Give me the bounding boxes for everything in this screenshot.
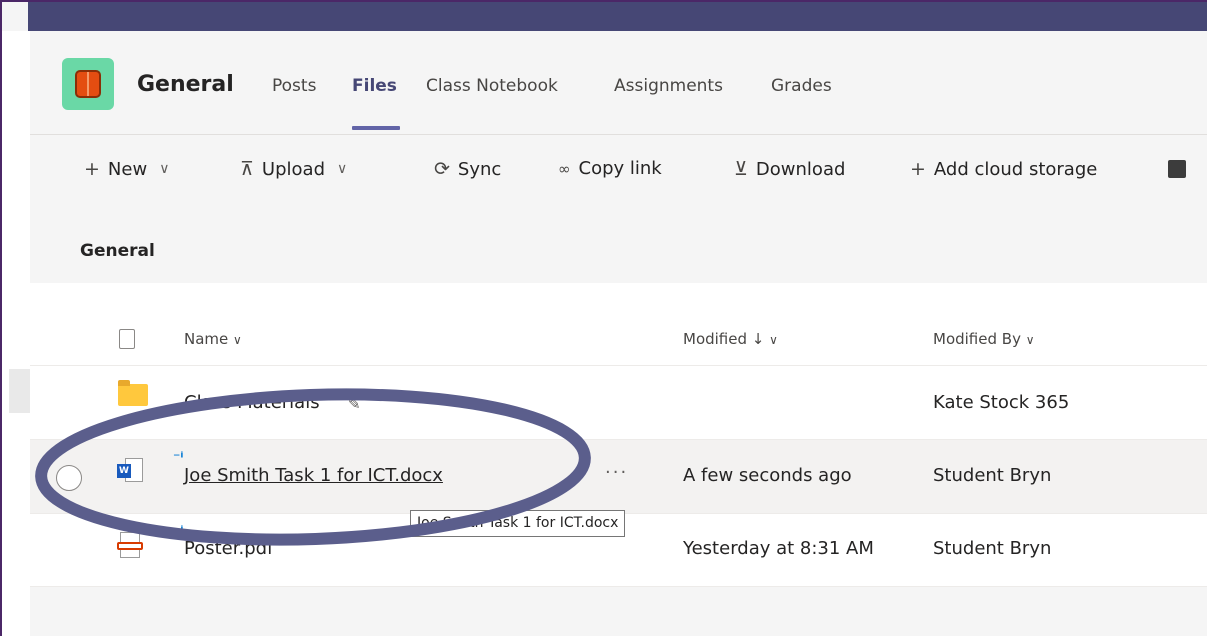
- plus-icon: +: [84, 158, 100, 180]
- plus-icon: +: [910, 158, 926, 180]
- new-label: New: [107, 158, 148, 180]
- file-name[interactable]: Class Materials: [184, 392, 320, 413]
- column-modified[interactable]: Modified ↓ ∨: [683, 330, 778, 348]
- file-type-icon: [119, 329, 135, 349]
- modified-by: Student Bryn: [933, 538, 1052, 559]
- word-file-icon: W: [117, 458, 145, 486]
- copy-link-label: Copy link: [578, 158, 662, 179]
- column-modified-by[interactable]: Modified By ∨: [933, 330, 1035, 348]
- modified-by: Kate Stock 365: [933, 392, 1070, 413]
- column-name[interactable]: Name ∨: [184, 330, 242, 348]
- tab-class-notebook[interactable]: Class Notebook: [426, 76, 558, 96]
- download-icon: ⊻: [734, 158, 748, 180]
- modified-date: A few seconds ago: [683, 465, 852, 486]
- add-cloud-storage-button[interactable]: + Add cloud storage: [910, 158, 1097, 180]
- file-name[interactable]: Poster.pdf: [184, 538, 273, 559]
- row-select-radio[interactable]: [56, 465, 82, 491]
- left-panel-tab: [9, 369, 30, 413]
- new-file-icon: ⁻ⁱ: [173, 450, 184, 466]
- active-tab-indicator: [352, 126, 400, 130]
- row-divider: [30, 586, 1207, 587]
- file-name-tooltip: Joe Smith Task 1 for ICT.docx: [410, 510, 626, 537]
- new-file-icon: ⁻ⁱ: [173, 524, 184, 540]
- link-icon: ∞: [558, 159, 571, 178]
- column-name-label: Name: [184, 330, 229, 348]
- team-logo-icon: [75, 70, 101, 98]
- tab-grades[interactable]: Grades: [771, 76, 832, 96]
- sort-down-icon: ↓: [751, 330, 765, 348]
- sync-label: Sync: [457, 158, 502, 180]
- file-name[interactable]: Joe Smith Task 1 for ICT.docx: [184, 465, 443, 486]
- column-modified-label: Modified: [683, 330, 748, 348]
- copy-link-button[interactable]: ∞ Copy link: [558, 158, 662, 179]
- add-cloud-storage-label: Add cloud storage: [933, 158, 1098, 180]
- team-avatar[interactable]: [62, 58, 114, 110]
- modified-date: Yesterday at 8:31 AM: [683, 538, 874, 559]
- chevron-down-icon: ∨: [233, 333, 242, 347]
- top-bar-corner: [2, 2, 28, 31]
- channel-title: General: [137, 72, 234, 97]
- tab-files[interactable]: Files: [352, 76, 397, 96]
- open-in-sharepoint-icon[interactable]: [1168, 160, 1186, 178]
- sync-button[interactable]: ⟳ Sync: [434, 158, 501, 180]
- column-modified-by-label: Modified By: [933, 330, 1021, 348]
- chevron-down-icon: ∨: [1025, 333, 1035, 347]
- upload-icon: ⊼: [240, 158, 254, 180]
- tab-assignments[interactable]: Assignments: [614, 76, 723, 96]
- chevron-down-icon: ∨: [337, 161, 348, 177]
- upload-button[interactable]: ⊼ Upload ∨: [240, 158, 347, 180]
- upload-label: Upload: [261, 158, 325, 180]
- download-label: Download: [755, 158, 846, 180]
- pdf-file-icon: [117, 532, 143, 560]
- download-button[interactable]: ⊻ Download: [734, 158, 845, 180]
- chevron-down-icon: ∨: [159, 161, 170, 177]
- modified-by: Student Bryn: [933, 465, 1052, 486]
- sync-icon: ⟳: [434, 158, 450, 180]
- more-options-icon[interactable]: ···: [605, 462, 628, 483]
- breadcrumb[interactable]: General: [80, 241, 155, 261]
- top-bar: [2, 2, 1207, 31]
- sync-status-icon: ✎: [348, 395, 361, 413]
- tab-posts[interactable]: Posts: [272, 76, 316, 96]
- folder-icon: [118, 380, 148, 406]
- new-button[interactable]: + New ∨: [84, 158, 169, 180]
- chevron-down-icon: ∨: [769, 333, 778, 347]
